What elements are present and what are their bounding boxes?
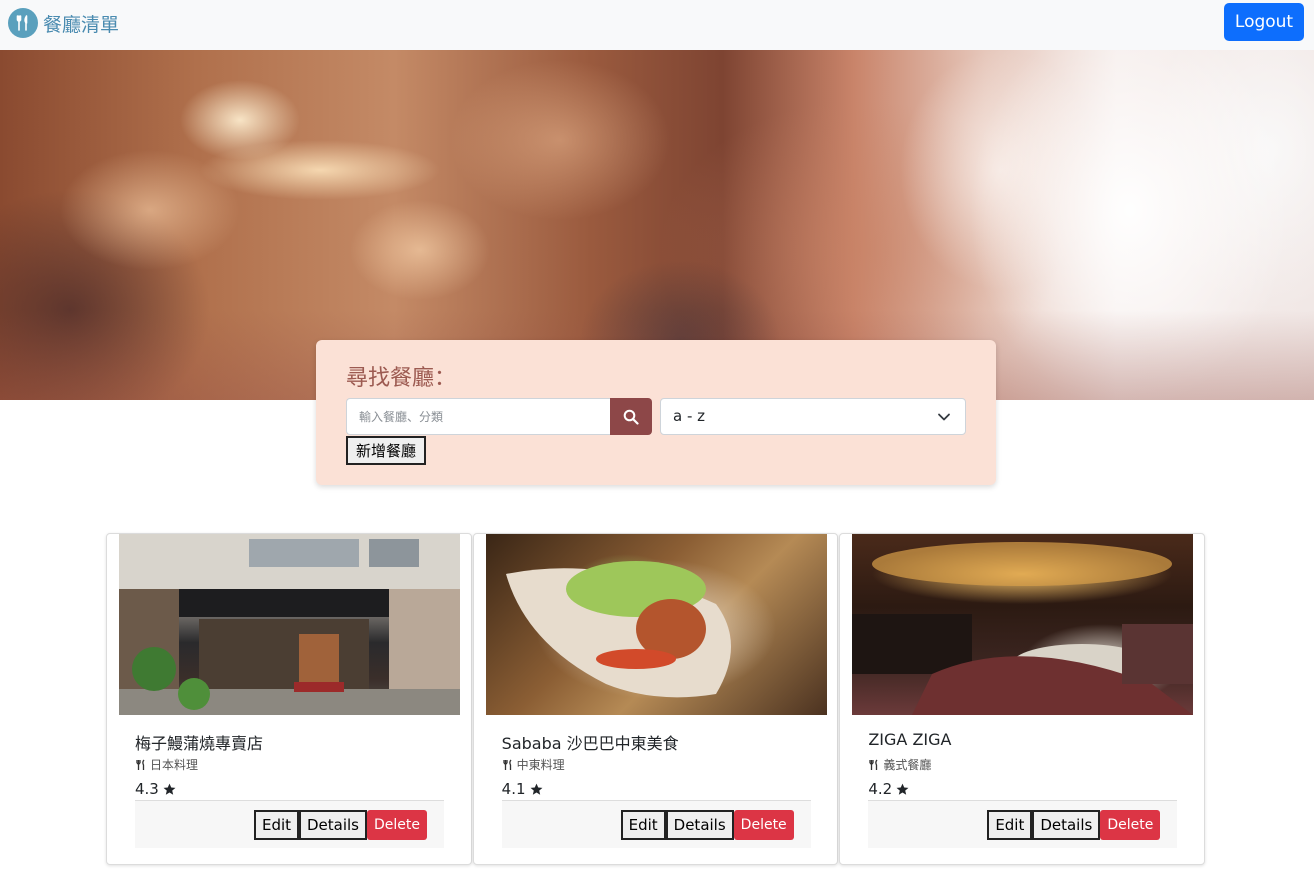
restaurant-category: 義式餐廳 bbox=[883, 758, 932, 772]
search-input[interactable] bbox=[346, 398, 611, 435]
restaurant-list: 梅子鰻蒲燒專賣店 日本料理 4.3 Edit Details Delete Sa… bbox=[106, 533, 1206, 865]
brand-title: 餐廳清單 bbox=[43, 13, 120, 36]
restaurant-card[interactable]: ZIGA ZIGA 義式餐廳 4.2 Edit Details Delete bbox=[839, 533, 1206, 865]
star-icon bbox=[896, 783, 909, 795]
details-button[interactable]: Details bbox=[299, 810, 367, 840]
restaurant-name: Sababa 沙巴巴中東美食 bbox=[501, 734, 679, 753]
restaurant-card[interactable]: 梅子鰻蒲燒專賣店 日本料理 4.3 Edit Details Delete bbox=[106, 533, 472, 865]
restaurant-card[interactable]: Sababa 沙巴巴中東美食 中東料理 4.1 Edit Details Del… bbox=[472, 533, 839, 865]
edit-button[interactable]: Edit bbox=[254, 810, 299, 840]
restaurant-category: 中東料理 bbox=[516, 758, 565, 772]
edit-button[interactable]: Edit bbox=[987, 810, 1033, 840]
details-button[interactable]: Details bbox=[665, 810, 734, 840]
utensils-icon bbox=[8, 8, 38, 38]
delete-button[interactable]: Delete bbox=[733, 810, 794, 840]
restaurant-photo[interactable] bbox=[119, 534, 460, 715]
utensils-icon bbox=[869, 759, 878, 770]
search-title: 尋找餐廳： bbox=[346, 366, 457, 391]
restaurant-category: 日本料理 bbox=[150, 758, 199, 772]
restaurant-name: 梅子鰻蒲燒專賣店 bbox=[135, 734, 264, 753]
delete-button[interactable]: Delete bbox=[367, 810, 427, 840]
add-restaurant-button[interactable]: 新增餐廳 bbox=[346, 436, 426, 465]
search-icon bbox=[623, 409, 639, 425]
card-actions: Edit Details Delete bbox=[135, 800, 444, 848]
chevron-down-icon bbox=[938, 413, 950, 421]
utensils-icon bbox=[136, 759, 145, 770]
restaurant-photo[interactable] bbox=[485, 534, 827, 715]
navbar: 餐廳清單 Logout bbox=[0, 0, 1314, 50]
search-button[interactable] bbox=[610, 398, 652, 435]
restaurant-rating: 4.1 bbox=[501, 780, 526, 798]
card-actions: Edit Details Delete bbox=[868, 800, 1178, 848]
search-panel: 尋找餐廳： a - z 新增餐廳 bbox=[316, 340, 996, 485]
details-button[interactable]: Details bbox=[1032, 810, 1101, 840]
edit-button[interactable]: Edit bbox=[620, 810, 666, 840]
star-icon bbox=[530, 783, 542, 795]
star-icon bbox=[163, 783, 176, 795]
utensils-icon bbox=[503, 759, 512, 770]
brand-link[interactable]: 餐廳清單 bbox=[8, 8, 119, 38]
logout-button[interactable]: Logout bbox=[1224, 3, 1304, 41]
restaurant-rating: 4.2 bbox=[868, 780, 893, 798]
sort-value: a - z bbox=[673, 407, 706, 425]
delete-button[interactable]: Delete bbox=[1100, 810, 1161, 840]
sort-select[interactable]: a - z bbox=[660, 398, 966, 435]
restaurant-rating: 4.3 bbox=[135, 780, 159, 798]
card-actions: Edit Details Delete bbox=[501, 800, 811, 848]
restaurant-photo[interactable] bbox=[852, 534, 1194, 715]
restaurant-name: ZIGA ZIGA bbox=[868, 730, 952, 749]
